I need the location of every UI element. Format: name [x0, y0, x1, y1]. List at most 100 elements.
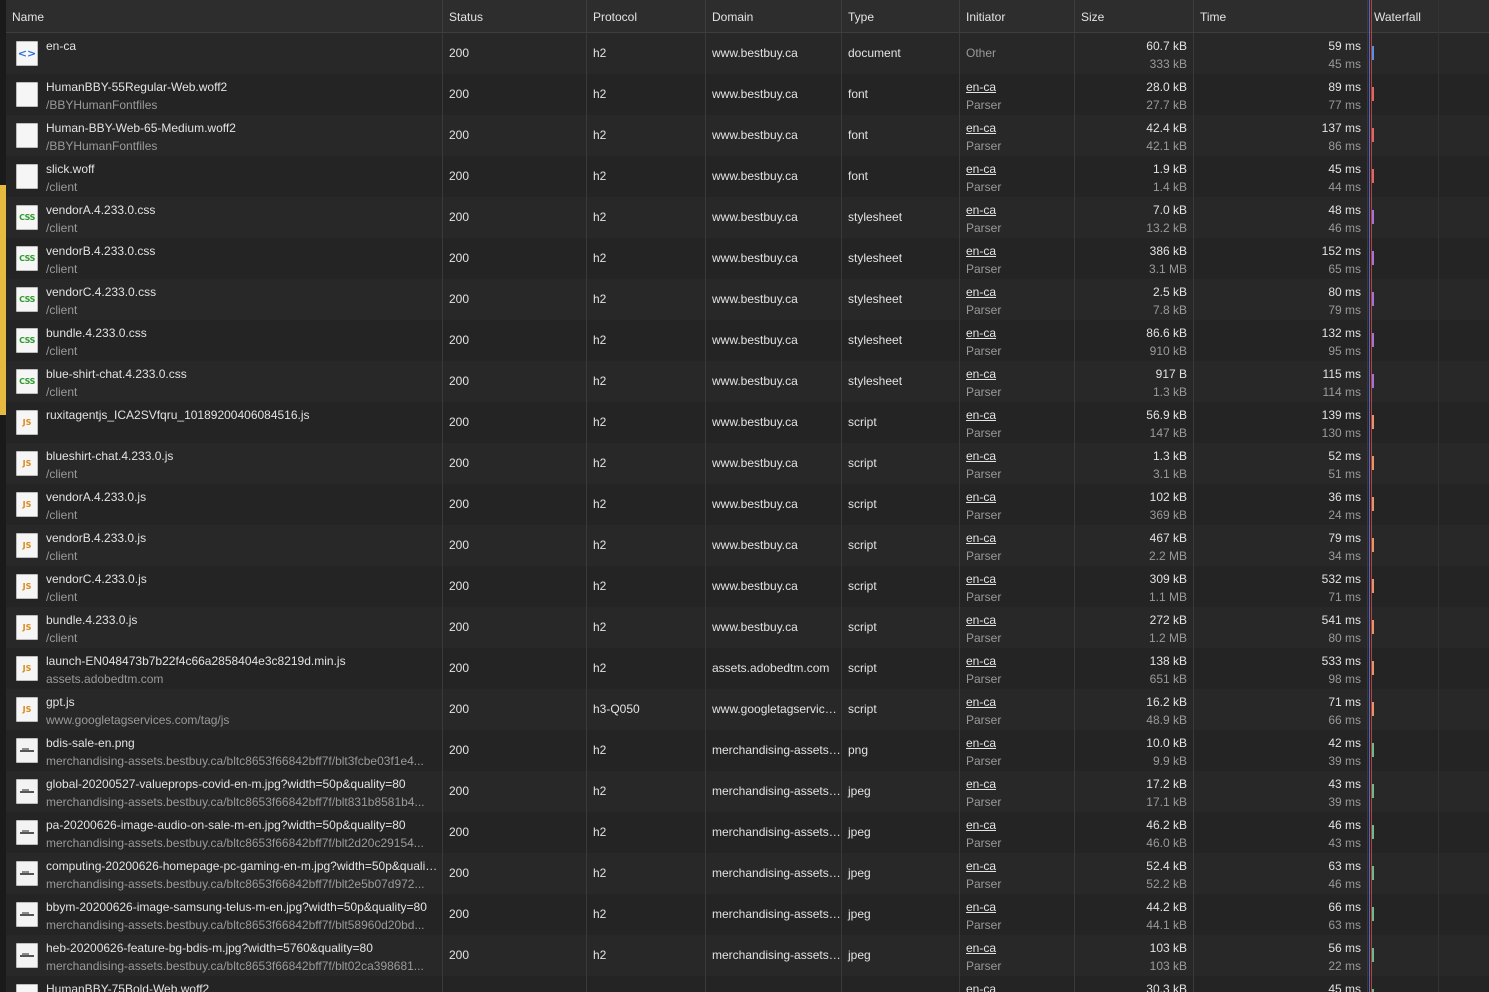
request-row[interactable]: JS vendorC.4.233.0.js/client 200 h2 www.best…: [6, 566, 1489, 607]
waterfall-bar[interactable]: [1372, 907, 1374, 921]
initiator-link[interactable]: en-ca: [960, 531, 1074, 545]
initiator-link[interactable]: en-ca: [960, 777, 1074, 791]
request-name[interactable]: vendorC.4.233.0.js: [40, 572, 438, 586]
waterfall-bar[interactable]: [1372, 497, 1374, 511]
request-name[interactable]: bundle.4.233.0.css: [40, 326, 438, 340]
initiator-link[interactable]: en-ca: [960, 80, 1074, 94]
initiator-link[interactable]: en-ca: [960, 244, 1074, 258]
waterfall-bar[interactable]: [1372, 661, 1374, 675]
initiator-link[interactable]: en-ca: [960, 859, 1074, 873]
initiator-link[interactable]: en-ca: [960, 695, 1074, 709]
request-name[interactable]: global-20200527-valueprops-covid-en-m.jp…: [40, 777, 438, 791]
initiator-link[interactable]: en-ca: [960, 490, 1074, 504]
request-row[interactable]: JS launch-EN048473b7b22f4c66a2858404e3c82…: [6, 648, 1489, 689]
request-row[interactable]: <> en-ca 200 h2 www.bestbuy.ca document Other 6…: [6, 33, 1489, 74]
request-row[interactable]: CSS vendorB.4.233.0.css/client 200 h2 www.be…: [6, 238, 1489, 279]
column-header-type[interactable]: Type: [841, 0, 959, 33]
waterfall-bar[interactable]: [1372, 538, 1374, 552]
request-row[interactable]: computing-20200626-homepage-pc-gaming-en…: [6, 853, 1489, 894]
request-name[interactable]: slick.woff: [40, 162, 438, 176]
request-name[interactable]: vendorA.4.233.0.js: [40, 490, 438, 504]
request-name[interactable]: bbym-20200626-image-samsung-telus-m-en.j…: [40, 900, 438, 914]
initiator-link[interactable]: en-ca: [960, 449, 1074, 463]
waterfall-bar[interactable]: [1372, 292, 1374, 306]
waterfall-bar[interactable]: [1372, 784, 1374, 798]
column-header-domain[interactable]: Domain: [705, 0, 841, 33]
request-row[interactable]: global-20200527-valueprops-covid-en-m.jp…: [6, 771, 1489, 812]
request-name[interactable]: bdis-sale-en.png: [40, 736, 438, 750]
request-name[interactable]: HumanBBY-55Regular-Web.woff2: [40, 80, 438, 94]
column-header-protocol[interactable]: Protocol: [586, 0, 705, 33]
waterfall-bar[interactable]: [1372, 374, 1374, 388]
waterfall-bar[interactable]: [1372, 46, 1374, 60]
request-name[interactable]: vendorB.4.233.0.css: [40, 244, 438, 258]
request-row[interactable]: CSS vendorA.4.233.0.css/client 200 h2 www.be…: [6, 197, 1489, 238]
request-row[interactable]: JS blueshirt-chat.4.233.0.js/client 200 h2 w…: [6, 443, 1489, 484]
request-row[interactable]: JS vendorA.4.233.0.js/client 200 h2 www.best…: [6, 484, 1489, 525]
initiator-link[interactable]: en-ca: [960, 285, 1074, 299]
waterfall-bar[interactable]: [1372, 415, 1374, 429]
request-row[interactable]: JS bundle.4.233.0.js/client 200 h2 www.bestb…: [6, 607, 1489, 648]
request-name[interactable]: vendorB.4.233.0.js: [40, 531, 438, 545]
column-header-size[interactable]: Size: [1074, 0, 1193, 33]
initiator-link[interactable]: en-ca: [960, 203, 1074, 217]
initiator-link[interactable]: en-ca: [960, 572, 1074, 586]
request-name[interactable]: Human-BBY-Web-65-Medium.woff2: [40, 121, 438, 135]
initiator-link[interactable]: en-ca: [960, 982, 1074, 992]
request-row[interactable]: pa-20200626-image-audio-on-sale-m-en.jpg…: [6, 812, 1489, 853]
request-name[interactable]: en-ca: [40, 39, 438, 53]
initiator-link[interactable]: en-ca: [960, 736, 1074, 750]
request-row[interactable]: bbym-20200626-image-samsung-telus-m-en.j…: [6, 894, 1489, 935]
column-header-name[interactable]: Name: [6, 0, 442, 33]
request-row[interactable]: slick.woff/client 200 h2 www.bestbuy.ca font…: [6, 156, 1489, 197]
request-name[interactable]: gpt.js: [40, 695, 438, 709]
waterfall-bar[interactable]: [1372, 169, 1374, 183]
request-name[interactable]: heb-20200626-feature-bg-bdis-m.jpg?width…: [40, 941, 438, 955]
waterfall-bar[interactable]: [1372, 743, 1374, 757]
request-name[interactable]: vendorA.4.233.0.css: [40, 203, 438, 217]
request-row[interactable]: HumanBBY-55Regular-Web.woff2/BBYHumanFon…: [6, 74, 1489, 115]
waterfall-bar[interactable]: [1372, 866, 1374, 880]
request-name[interactable]: launch-EN048473b7b22f4c66a2858404e3c8219…: [40, 654, 438, 668]
waterfall-bar[interactable]: [1372, 333, 1374, 347]
request-name[interactable]: ruxitagentjs_ICA2SVfqru_1018920040608451…: [40, 408, 438, 422]
request-row[interactable]: JS vendorB.4.233.0.js/client 200 h2 www.best…: [6, 525, 1489, 566]
column-header-initiator[interactable]: Initiator: [959, 0, 1074, 33]
waterfall-bar[interactable]: [1372, 620, 1374, 634]
column-header-waterfall[interactable]: Waterfall: [1367, 0, 1489, 33]
initiator-link[interactable]: en-ca: [960, 367, 1074, 381]
waterfall-bar[interactable]: [1372, 456, 1374, 470]
initiator-link[interactable]: en-ca: [960, 613, 1074, 627]
request-name[interactable]: blueshirt-chat.4.233.0.js: [40, 449, 438, 463]
waterfall-bar[interactable]: [1372, 825, 1374, 839]
waterfall-bar[interactable]: [1372, 210, 1374, 224]
request-row[interactable]: CSS bundle.4.233.0.css/client 200 h2 www.bes…: [6, 320, 1489, 361]
initiator-link[interactable]: en-ca: [960, 818, 1074, 832]
request-row[interactable]: heb-20200626-feature-bg-bdis-m.jpg?width…: [6, 935, 1489, 976]
request-row[interactable]: HumanBBY-75Bold-Web.woff2 en-ca 30.3 kB 45 …: [6, 976, 1489, 992]
waterfall-bar[interactable]: [1372, 251, 1374, 265]
initiator-link[interactable]: en-ca: [960, 326, 1074, 340]
initiator-link[interactable]: en-ca: [960, 162, 1074, 176]
request-name[interactable]: computing-20200626-homepage-pc-gaming-en…: [40, 859, 438, 873]
initiator-link[interactable]: en-ca: [960, 900, 1074, 914]
request-row[interactable]: bdis-sale-en.png merchandising-assets.bes…: [6, 730, 1489, 771]
column-header-time[interactable]: Time: [1193, 0, 1367, 33]
request-name[interactable]: bundle.4.233.0.js: [40, 613, 438, 627]
request-row[interactable]: CSS vendorC.4.233.0.css/client 200 h2 www.be…: [6, 279, 1489, 320]
request-name[interactable]: blue-shirt-chat.4.233.0.css: [40, 367, 438, 381]
request-row[interactable]: JS ruxitagentjs_ICA2SVfqru_10189200406084…: [6, 402, 1489, 443]
initiator-link[interactable]: en-ca: [960, 941, 1074, 955]
request-name[interactable]: pa-20200626-image-audio-on-sale-m-en.jpg…: [40, 818, 438, 832]
waterfall-bar[interactable]: [1372, 702, 1374, 716]
initiator-link[interactable]: en-ca: [960, 121, 1074, 135]
request-name[interactable]: vendorC.4.233.0.css: [40, 285, 438, 299]
request-row[interactable]: JS gpt.js www.googletagservices.com/tag/js…: [6, 689, 1489, 730]
initiator-link[interactable]: en-ca: [960, 654, 1074, 668]
waterfall-bar[interactable]: [1372, 128, 1374, 142]
request-name[interactable]: HumanBBY-75Bold-Web.woff2: [40, 982, 438, 992]
request-row[interactable]: CSS blue-shirt-chat.4.233.0.css/client 200…: [6, 361, 1489, 402]
waterfall-bar[interactable]: [1372, 87, 1374, 101]
waterfall-bar[interactable]: [1372, 948, 1374, 962]
request-row[interactable]: Human-BBY-Web-65-Medium.woff2/BBYHumanFo…: [6, 115, 1489, 156]
